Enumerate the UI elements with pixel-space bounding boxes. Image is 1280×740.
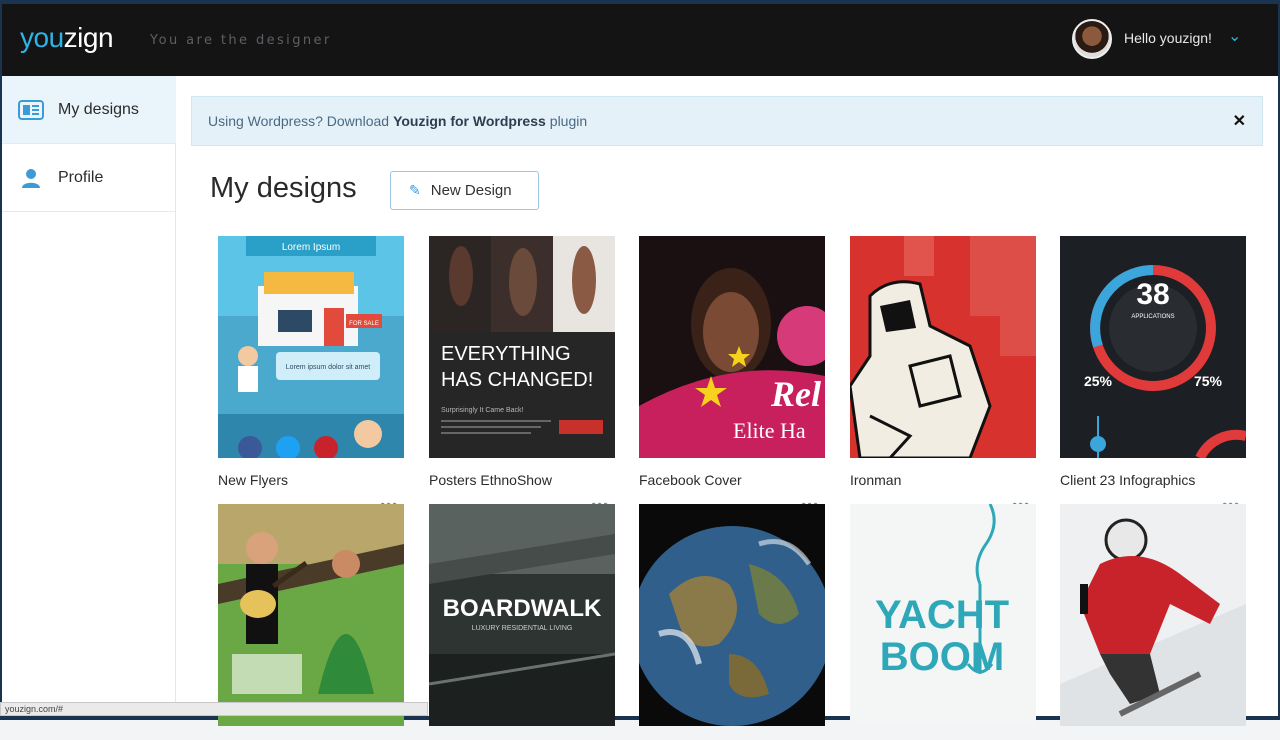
status-bar-url: youzign.com/# <box>0 702 428 716</box>
design-thumbnail[interactable]: 38 APPLICATIONS 25% 75% <box>1060 236 1246 458</box>
svg-text:EVERYTHING: EVERYTHING <box>441 343 571 365</box>
svg-text:Rel: Rel <box>770 374 821 414</box>
svg-text:Elite Ha: Elite Ha <box>733 418 806 443</box>
design-thumbnail[interactable]: EVERYTHING HAS CHANGED! Surprisingly It … <box>429 236 615 458</box>
top-navbar: youzign You are the designer Hello youzi… <box>2 4 1278 76</box>
design-card[interactable]: ••• YACHT BOOM <box>850 496 1036 740</box>
design-thumbnail[interactable]: YACHT BOOM <box>850 504 1036 726</box>
design-thumbnail[interactable] <box>639 504 825 726</box>
design-card[interactable]: EVERYTHING HAS CHANGED! Surprisingly It … <box>429 236 615 488</box>
app-body: My designs Profile Using Wordpress? Down… <box>2 76 1278 726</box>
svg-text:HAS CHANGED!: HAS CHANGED! <box>441 369 593 391</box>
design-card[interactable]: ••• <box>1060 496 1246 740</box>
design-name: Client 23 Infographics <box>1060 472 1196 488</box>
sidebar-item-label: Profile <box>58 168 104 186</box>
design-name: New Flyers <box>218 472 289 488</box>
design-thumbnail[interactable] <box>218 504 404 726</box>
design-thumbnail[interactable] <box>850 236 1036 458</box>
design-name: Facebook Cover <box>639 472 742 488</box>
page-title: My designs <box>210 172 357 204</box>
design-thumbnail[interactable] <box>1060 504 1246 726</box>
user-icon <box>18 167 44 189</box>
design-card[interactable]: ••• <box>639 496 825 740</box>
design-name: Posters EthnoShow <box>429 472 552 488</box>
wordpress-notice: Using Wordpress? Download Youzign for Wo… <box>191 96 1263 146</box>
tagline: You are the designer <box>150 33 332 48</box>
design-name: Ironman <box>850 472 902 488</box>
new-design-button[interactable]: ✎ New Design <box>390 171 539 210</box>
svg-text:Lorem ipsum dolor sit amet: Lorem ipsum dolor sit amet <box>286 364 370 371</box>
svg-text:BOOM: BOOM <box>880 635 1004 679</box>
sidebar-item-label: My designs <box>58 100 139 118</box>
sidebar-item-profile[interactable]: Profile <box>2 144 176 212</box>
svg-text:Surprisingly It Came Back!: Surprisingly It Came Back! <box>441 407 524 414</box>
close-icon[interactable]: ✕ <box>1233 111 1246 131</box>
svg-text:YACHT: YACHT <box>875 593 1009 637</box>
svg-text:Lorem Ipsum: Lorem Ipsum <box>282 242 340 253</box>
svg-text:LUXURY RESIDENTIAL LIVING: LUXURY RESIDENTIAL LIVING <box>472 625 573 632</box>
design-thumbnail[interactable]: Rel Elite Ha <box>639 236 825 458</box>
design-card[interactable]: Lorem Ipsum FOR SALE Lorem ipsum dolor s… <box>218 236 404 488</box>
design-card[interactable]: Ironman <box>850 236 1036 488</box>
wordpress-plugin-link[interactable]: Youzign for Wordpress <box>393 113 546 129</box>
design-card[interactable]: Rel Elite Ha Facebook Cover <box>639 236 825 488</box>
avatar[interactable] <box>1072 19 1112 59</box>
youzign-logo[interactable]: youzign <box>20 22 114 54</box>
chevron-down-icon[interactable]: ⌄ <box>1228 26 1241 46</box>
svg-text:75%: 75% <box>1194 373 1223 389</box>
svg-text:APPLICATIONS: APPLICATIONS <box>1131 314 1174 320</box>
designs-icon <box>18 99 44 121</box>
svg-text:FOR SALE: FOR SALE <box>349 321 379 327</box>
sidebar: My designs Profile <box>2 76 176 716</box>
user-greeting[interactable]: Hello youzign! <box>1124 30 1212 46</box>
main-content: Using Wordpress? Download Youzign for Wo… <box>177 76 1278 726</box>
design-card[interactable]: 38 APPLICATIONS 25% 75% Client 23 Infogr… <box>1060 236 1246 488</box>
pencil-icon: ✎ <box>409 182 421 198</box>
svg-text:25%: 25% <box>1084 373 1113 389</box>
design-thumbnail[interactable]: BOARDWALK LUXURY RESIDENTIAL LIVING <box>429 504 615 726</box>
design-thumbnail[interactable]: Lorem Ipsum FOR SALE Lorem ipsum dolor s… <box>218 236 404 458</box>
design-card[interactable]: ••• BOARDWALK LUXURY RESIDENTIAL LIVING <box>429 496 615 740</box>
sidebar-item-my-designs[interactable]: My designs <box>2 76 176 144</box>
svg-text:38: 38 <box>1136 278 1169 311</box>
svg-text:BOARDWALK: BOARDWALK <box>443 595 602 622</box>
browser-frame: youzign You are the designer Hello youzi… <box>0 0 1280 726</box>
